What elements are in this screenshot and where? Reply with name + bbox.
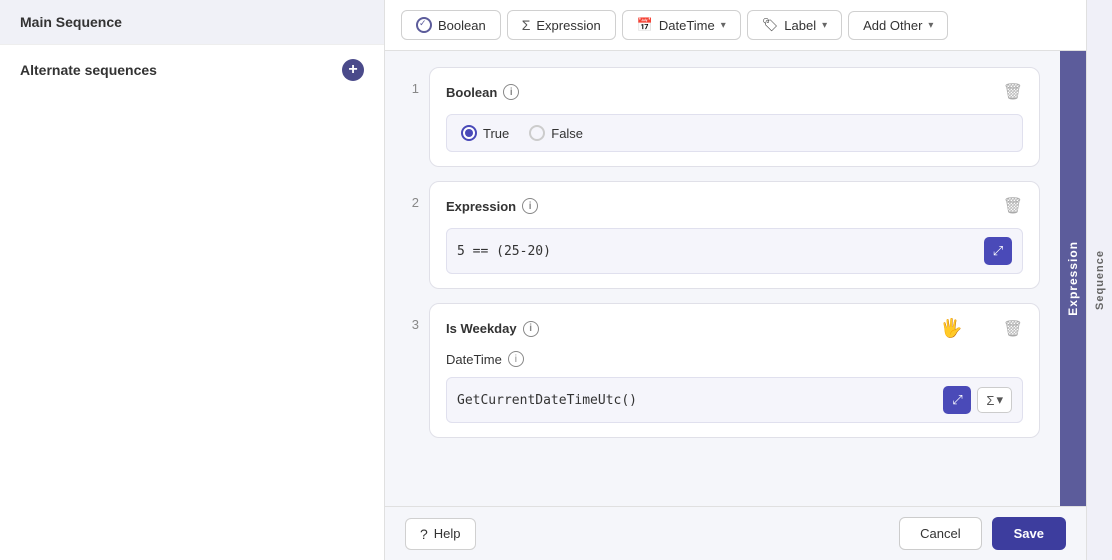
card-expression: Expression i 🗑 5 == (25-20) ⤢ [429,181,1040,289]
sigma-btn-chevron: ▾ [996,392,1003,408]
toolbar: Boolean Σ Expression 📅 DateTime ▾ 🏷 Labe… [385,0,1086,51]
row-number-2: 2 [405,195,419,210]
label-chevron-icon: ▾ [822,20,827,31]
add-alternate-button[interactable]: + [342,59,364,81]
sidebar: Main Sequence Alternate sequences + [0,0,385,560]
sigma-btn-icon: Σ [986,393,994,408]
datetime-chevron-icon: ▾ [721,20,726,31]
card-expression-title: Expression i [446,198,538,214]
card-row-1: 1 Boolean i 🗑 [405,67,1040,167]
expression-btn-label: Expression [536,18,600,33]
expression-side-tab-label: Expression [1066,241,1080,316]
footer: ? Help Cancel Save [385,506,1086,560]
card-row-3: 3 Is Weekday i 🖐 🗑 [405,303,1040,438]
calendar-icon: 📅 [637,17,653,33]
expression-input-wrap[interactable]: 5 == (25-20) ⤢ [446,228,1023,274]
help-label: Help [434,526,461,541]
sidebar-item-main-sequence[interactable]: Main Sequence [0,0,384,45]
expression-delete-icon[interactable]: 🗑 [1003,196,1023,216]
sequence-side-tab-label: Sequence [1094,250,1106,310]
radio-false-circle [529,125,545,141]
card-row-2: 2 Expression i 🗑 5 == (25-20) ⤢ [405,181,1040,289]
card-datetime-header: Is Weekday i 🖐 🗑 [446,318,1023,339]
boolean-btn-label: Boolean [438,18,486,33]
radio-true[interactable]: True [461,125,509,141]
row-number-1: 1 [405,81,419,96]
footer-actions: Cancel Save [899,517,1066,550]
sequence-side-tab[interactable]: Sequence [1086,0,1112,560]
card-expression-header: Expression i 🗑 [446,196,1023,216]
expression-expand-btn[interactable]: ⤢ [984,237,1012,265]
label-btn-label: Label [784,18,816,33]
main-sequence-label: Main Sequence [20,14,122,30]
datetime-input-wrap[interactable]: GetCurrentDateTimeUtc() ⤢ Σ ▾ [446,377,1023,423]
cards-scroll: 1 Boolean i 🗑 [385,51,1060,506]
datetime-expand-btn[interactable]: ⤢ [943,386,971,414]
tag-icon: 🏷 [762,17,779,33]
cancel-button[interactable]: Cancel [899,517,981,550]
add-other-btn-label: Add Other [863,18,922,33]
check-icon [416,17,432,33]
radio-true-circle [461,125,477,141]
expression-info-icon[interactable]: i [522,198,538,214]
card-boolean-title: Boolean i [446,84,519,100]
card-boolean: Boolean i 🗑 True [429,67,1040,167]
datetime-subtitle-label: DateTime [446,352,502,367]
row-number-3: 3 [405,317,419,332]
content-area: Boolean Σ Expression 📅 DateTime ▾ 🏷 Labe… [385,0,1086,560]
sidebar-item-alternate-sequences[interactable]: Alternate sequences + [0,45,384,95]
hand-cursor-icon: 🖐 [940,318,962,339]
boolean-delete-icon[interactable]: 🗑 [1003,82,1023,102]
cards-wrapper: 1 Boolean i 🗑 [385,51,1086,506]
datetime-btn-label: DateTime [659,18,715,33]
alternate-sequences-label: Alternate sequences [20,62,157,78]
datetime-delete-icon[interactable]: 🗑 [1003,319,1023,339]
datetime-controls: ⤢ Σ ▾ [943,386,1012,414]
datetime-value: GetCurrentDateTimeUtc() [457,393,637,408]
sigma-icon: Σ [522,17,531,33]
help-button[interactable]: ? Help [405,518,476,550]
radio-false[interactable]: False [529,125,583,141]
save-button[interactable]: Save [992,517,1066,550]
datetime-subtitle-info-icon[interactable]: i [508,351,524,367]
add-other-toolbar-btn[interactable]: Add Other ▾ [848,11,948,40]
card-datetime-title: Is Weekday i [446,321,539,337]
add-other-chevron-icon: ▾ [928,20,933,31]
datetime-info-icon[interactable]: i [523,321,539,337]
datetime-sigma-btn[interactable]: Σ ▾ [977,387,1012,413]
expression-side-tab[interactable]: Expression [1060,51,1086,506]
expression-toolbar-btn[interactable]: Σ Expression [507,10,616,40]
datetime-toolbar-btn[interactable]: 📅 DateTime ▾ [622,10,741,40]
label-toolbar-btn[interactable]: 🏷 Label ▾ [747,10,842,40]
expression-value: 5 == (25-20) [457,244,551,259]
boolean-radio-group: True False [446,114,1023,152]
card-boolean-header: Boolean i 🗑 [446,82,1023,102]
card-datetime: Is Weekday i 🖐 🗑 DateTime i [429,303,1040,438]
boolean-toolbar-btn[interactable]: Boolean [401,10,501,40]
datetime-subtitle-row: DateTime i [446,351,1023,367]
boolean-info-icon[interactable]: i [503,84,519,100]
help-icon: ? [420,526,428,542]
